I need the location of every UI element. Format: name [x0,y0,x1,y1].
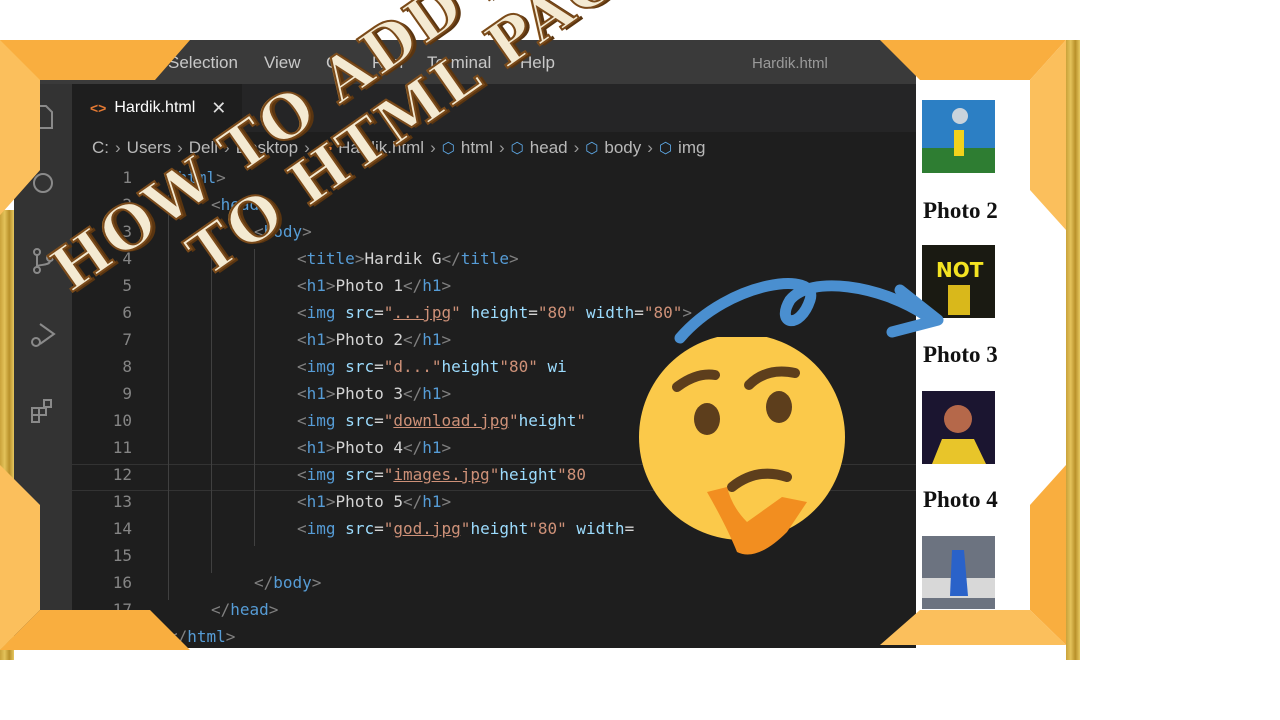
html-file-icon: <> [315,140,333,156]
breadcrumb-separator: › [573,138,580,157]
source-control-icon[interactable] [28,246,58,276]
element-cube-icon: ⬡ [585,140,599,157]
breadcrumb-item[interactable]: img [678,138,705,158]
code-text: <img src="images.jpg"height"80 [297,465,587,484]
code-text: </body> [254,573,322,592]
breadcrumb-item[interactable]: Desktop [236,138,298,158]
extensions-icon[interactable] [28,396,58,426]
code-line[interactable]: 1 <html> [72,168,916,195]
frame-corner-top-right [880,40,1066,230]
breadcrumb-item[interactable]: body [604,138,641,158]
breadcrumb-item[interactable]: head [530,138,568,158]
thinking-face-emoji [639,337,845,555]
line-number: 4 [122,249,132,268]
code-text: </head> [211,600,279,619]
code-text: <head> [211,195,269,214]
breadcrumb-item[interactable]: html [461,138,493,158]
code-text: <title>Hardik G</title> [297,249,519,268]
breadcrumb-separator: › [499,138,505,157]
code-text: <h1>Photo 2</h1> [297,330,452,349]
photo-3-thumbnail [922,391,995,464]
code-text: <img src="god.jpg"height"80" width= [297,519,635,538]
frame-corner-bottom-left [0,465,190,650]
line-number: 11 [112,438,132,457]
code-text: <body> [254,222,312,241]
code-text: <h1>Photo 1</h1> [297,276,452,295]
breadcrumb-separator: › [304,138,310,157]
frame-corner-bottom-right [880,465,1066,645]
line-number: 8 [122,357,132,376]
frame-corner-top-left [0,40,190,215]
code-line[interactable]: 3 <body> [72,222,916,249]
breadcrumb-separator: › [224,138,230,157]
line-number: 7 [122,330,132,349]
line-number: 10 [112,411,132,430]
code-text: <img src="d..."height"80" wi [297,357,567,376]
thumbnail-canvas: Selection View Go Run Terminal Help Hard… [0,0,1280,720]
editor-tab-bar: <> Hardik.html ✕ [72,84,916,132]
line-number: 9 [122,384,132,403]
breadcrumb-item[interactable]: Dell [189,138,218,158]
menu-go[interactable]: Go [326,53,349,73]
indent-guide [254,249,255,546]
breadcrumb-separator: › [430,138,436,157]
code-text: <h1>Photo 4</h1> [297,438,452,457]
window-title: Hardik.html [752,55,828,72]
menu-terminal[interactable]: Terminal [427,53,491,73]
code-text: <h1>Photo 5</h1> [297,492,452,511]
run-debug-icon[interactable] [28,320,58,350]
menu-run[interactable]: Run [372,53,403,73]
menu-help[interactable]: Help [520,53,555,73]
menu-view[interactable]: View [264,53,301,73]
code-line[interactable]: 2 <head> [72,195,916,222]
code-text: <h1>Photo 3</h1> [297,384,452,403]
element-cube-icon: ⬡ [441,140,455,157]
indent-guide [211,222,212,573]
line-number: 6 [122,303,132,322]
close-tab-icon[interactable]: ✕ [211,98,226,119]
breadcrumb-separator: › [647,138,653,157]
code-text: <img src="...jpg" height="80" width="80"… [297,303,693,322]
element-cube-icon: ⬡ [510,140,524,157]
line-number: 5 [122,276,132,295]
code-text: <img src="download.jpg"height" [297,411,587,430]
breadcrumb-item[interactable]: Hardik.html [338,138,424,158]
element-cube-icon: ⬡ [658,140,673,157]
